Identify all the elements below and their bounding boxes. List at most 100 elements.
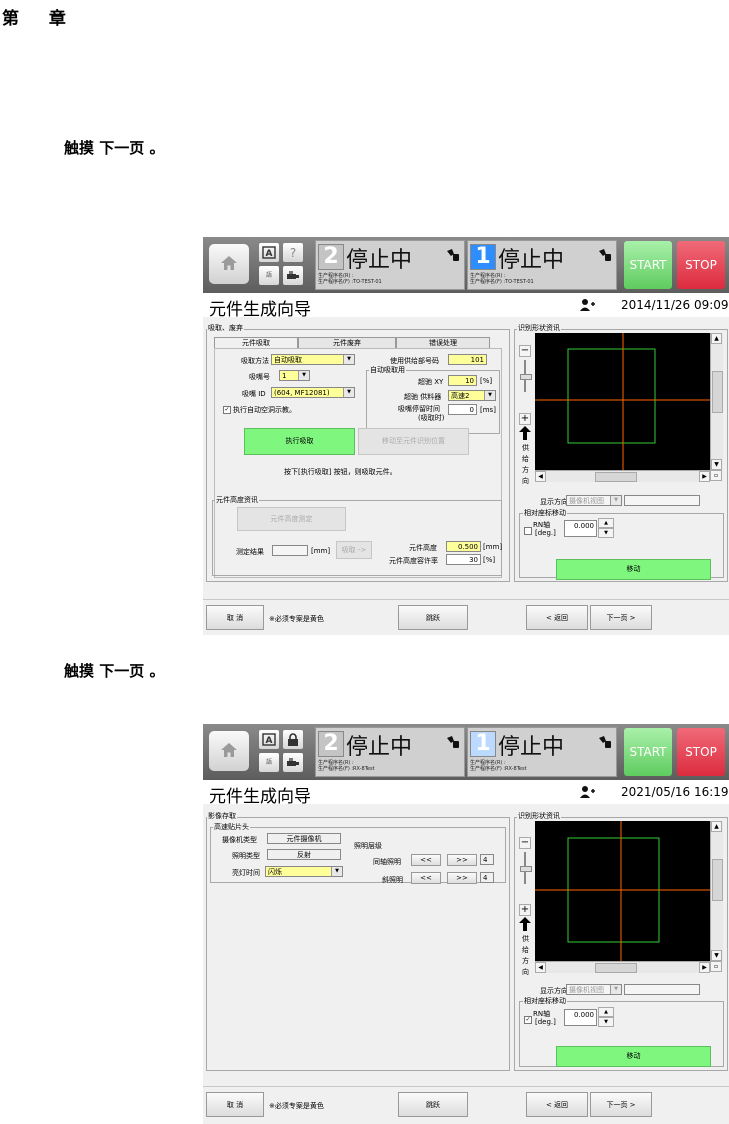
feeder-number-field[interactable]: 101 [448,354,487,365]
start-button[interactable]: START [624,241,672,289]
bottom-bar: 取 消 ※必须专案是黄色 跳跃 < 返回 下一页 > [203,1086,729,1123]
horizontal-scroll-thumb[interactable] [595,963,637,973]
language-button[interactable]: 語 [259,266,279,285]
back-button[interactable]: < 返回 [526,1092,588,1117]
camera-view[interactable] [535,333,710,470]
machine-status-icon [599,736,611,748]
height-tolerance-field[interactable]: 30 [446,554,481,565]
measure-height-button[interactable]: 元件高度测定 [237,507,346,531]
move-to-recognition-button[interactable]: 移动至元件识别位置 [358,428,469,455]
coaxial-increase-button[interactable]: >> [447,854,477,866]
nozzle-id-select[interactable]: (604, MF12081) [271,387,355,398]
zoom-out-button[interactable]: − [519,345,531,357]
home-icon [221,743,237,757]
max-xy-field[interactable]: 10 [448,375,477,386]
view-vertical-scrollbar[interactable]: ▲ ▼ [710,333,723,470]
tab-pickup[interactable]: 元件吸取 [214,337,298,348]
display-direction-select[interactable]: 摄像机视图 [566,984,622,995]
a-box-button[interactable]: A [259,730,279,749]
view-horizontal-scrollbar[interactable]: ◀ ▶ [535,961,710,973]
view-corner-button[interactable]: ▫ [710,961,722,972]
cancel-button[interactable]: 取 消 [206,1092,264,1117]
rn-axis-field[interactable]: 0.000 [564,520,597,537]
rn-decrement-button[interactable]: ▼ [598,1017,614,1027]
help-button[interactable]: ? [283,243,303,262]
lane1-status[interactable]: 1 停止中 生产程序名(R) : 生产程序名(F) :TO-TEST-01 [467,240,617,290]
scroll-up-button[interactable]: ▲ [711,333,722,344]
scroll-right-button[interactable]: ▶ [699,962,710,973]
lock-button[interactable] [283,730,303,749]
lane2-program-f: 生产程序名(F) :RX-8Test [318,766,375,772]
home-button[interactable] [209,731,249,771]
oblique-increase-button[interactable]: >> [447,872,477,884]
zoom-in-button[interactable]: + [519,413,531,425]
pickup-method-select[interactable]: 自动吸取 [271,354,355,365]
rn-increment-button[interactable]: ▲ [598,1007,614,1017]
lane2-status[interactable]: 2 停止中 生产程序名(R) : 生产程序名(F) :RX-8Test [315,727,465,777]
vertical-scroll-thumb[interactable] [712,859,723,901]
home-button[interactable] [209,244,249,284]
lane2-status[interactable]: 2 停止中 生产程序名(R) : 生产程序名(F) :TO-TEST-01 [315,240,465,290]
view-corner-button[interactable]: ▫ [710,470,722,481]
usb-button[interactable] [283,266,303,285]
feeder-speed-select[interactable]: 高速2 [448,390,496,401]
tab-error-handling[interactable]: 错误处理 [396,337,490,348]
display-direction-label: 显示方向 [540,498,568,506]
coaxial-decrease-button[interactable]: << [411,854,441,866]
zoom-in-button[interactable]: + [519,904,531,916]
start-button[interactable]: START [624,728,672,776]
stop-button[interactable]: STOP [677,728,725,776]
a-box-button[interactable]: A [259,243,279,262]
lane2-program: 生产程序名(R) : 生产程序名(F) :RX-8Test [318,760,375,772]
zoom-slider-handle[interactable] [520,374,532,380]
vertical-scroll-thumb[interactable] [712,371,723,413]
tab-discard[interactable]: 元件废弃 [298,337,396,348]
execute-pickup-button[interactable]: 执行吸取 [244,428,355,455]
scroll-left-button[interactable]: ◀ [535,962,546,973]
display-direction-select[interactable]: 摄像机视图 [566,495,622,506]
oblique-light-label: 斜照明 [382,876,403,884]
skip-button[interactable]: 跳跃 [398,605,468,630]
horizontal-scroll-thumb[interactable] [595,472,637,482]
measure-result-field[interactable] [272,545,308,556]
light-time-select[interactable]: 闪烁 [265,866,343,877]
rn-decrement-button[interactable]: ▼ [598,528,614,538]
scroll-right-button[interactable]: ▶ [699,471,710,482]
machine-status-icon [599,249,611,261]
rn-axis-field[interactable]: 0.000 [564,1009,597,1026]
move-button[interactable]: 移动 [556,559,711,580]
chapter-heading: 第 章 [2,9,78,29]
stop-time-field[interactable]: 0 [448,404,477,415]
scroll-down-button[interactable]: ▼ [711,459,722,470]
scroll-down-button[interactable]: ▼ [711,950,722,961]
stop-button[interactable]: STOP [677,241,725,289]
language-button[interactable]: 語 [259,753,279,772]
move-button[interactable]: 移动 [556,1046,711,1067]
camera-view[interactable] [535,821,710,961]
cancel-button[interactable]: 取 消 [206,605,264,630]
view-vertical-scrollbar[interactable]: ▲ ▼ [710,821,723,961]
rn-axis-checkbox[interactable]: ✓ [524,1016,532,1024]
next-button[interactable]: 下一页 > [590,605,652,630]
usb-button[interactable] [283,753,303,772]
lane1-status[interactable]: 1 停止中 生产程序名(R) : 生产程序名(F) :RX-8Test [467,727,617,777]
rn-axis-checkbox[interactable] [524,527,532,535]
auto-teach-checkbox[interactable]: ✓ [223,406,231,414]
scroll-up-button[interactable]: ▲ [711,821,722,832]
lane1-number: 1 [470,244,496,270]
zoom-out-button[interactable]: − [519,837,531,849]
part-height-field[interactable]: 0.500 [446,541,481,552]
svg-text:A: A [266,249,273,259]
language-label: 語 [265,272,272,279]
oblique-decrease-button[interactable]: << [411,872,441,884]
rn-increment-button[interactable]: ▲ [598,518,614,528]
view-horizontal-scrollbar[interactable]: ◀ ▶ [535,470,710,482]
next-button[interactable]: 下一页 > [590,1092,652,1117]
skip-button[interactable]: 跳跃 [398,1092,468,1117]
scroll-left-button[interactable]: ◀ [535,471,546,482]
nozzle-no-select[interactable]: 1 [279,370,310,381]
auto-pick-group-label: 自动吸取用 [369,365,406,375]
back-button[interactable]: < 返回 [526,605,588,630]
apply-height-button[interactable]: 吸取 -> [336,541,372,559]
zoom-slider-handle[interactable] [520,866,532,872]
